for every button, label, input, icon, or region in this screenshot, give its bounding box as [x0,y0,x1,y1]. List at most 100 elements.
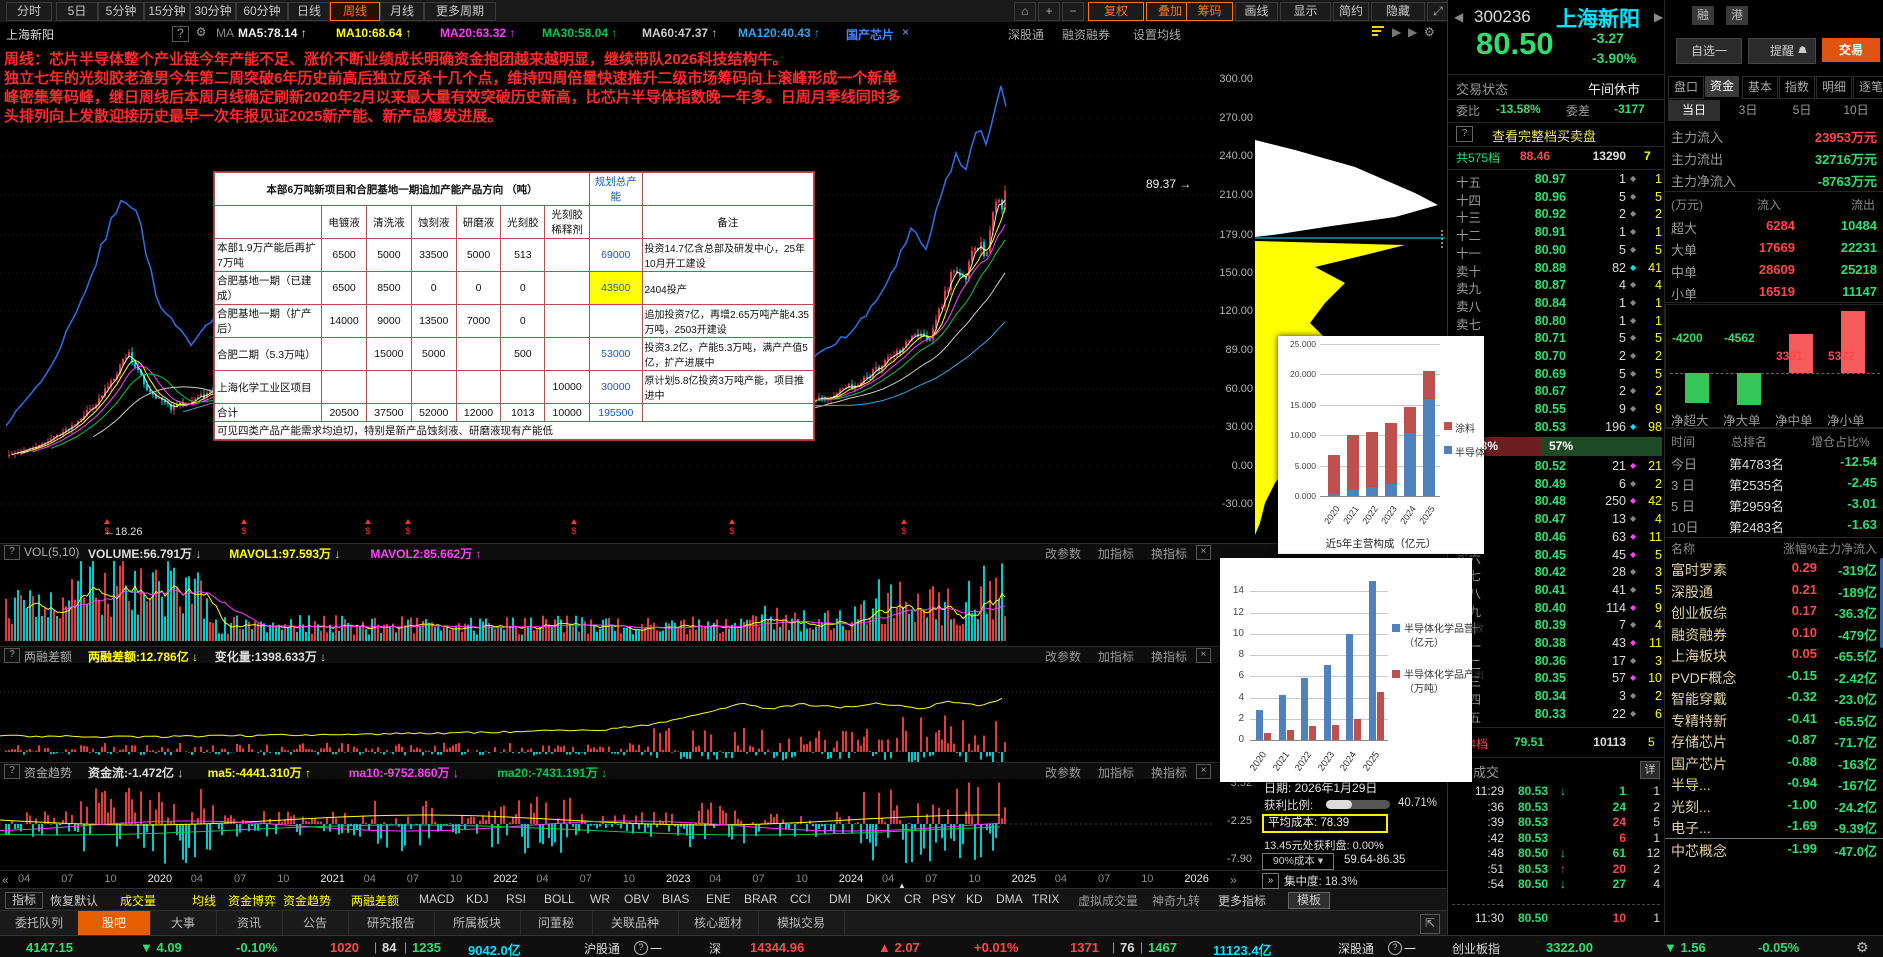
panel-action-加指标[interactable]: 加指标 [1098,764,1134,781]
indicator-tab-WR[interactable]: WR [590,892,610,906]
chip-settings-bars-icon[interactable] [1372,26,1386,38]
period-tab-当日[interactable]: 当日 [1668,100,1720,121]
tool-button-画线[interactable]: 画线 [1235,2,1278,21]
minus-icon[interactable]: − [1062,2,1084,21]
panel-action-加指标[interactable]: 加指标 [1098,545,1134,562]
watchlist-button[interactable]: 自选一 [1676,38,1742,64]
panel-action-改参数[interactable]: 改参数 [1045,764,1081,781]
close-icon[interactable]: × [1196,764,1211,779]
help-icon[interactable]: ? [172,26,189,42]
panel-action-换指标[interactable]: 换指标 [1151,764,1187,781]
indicator-tab-成交量[interactable]: 成交量 [120,892,156,909]
chip-gear-icon[interactable]: ⚙ [1424,25,1435,39]
bottom-tab-核心题材[interactable]: 核心题材 [678,911,759,935]
bottom-tab-关联品种[interactable]: 关联品种 [592,911,679,935]
expand-icon[interactable]: » [1262,873,1279,889]
order-book-row[interactable]: 买八80.4141◆5 [1448,582,1664,601]
indicator-tab-模板[interactable]: 模板 [1288,892,1331,909]
help-icon[interactable]: ? [4,648,20,663]
trade-button[interactable]: 交易 [1822,38,1880,62]
help-icon[interactable]: ? [4,545,20,560]
collapse-arrow-icon[interactable]: ▲ [898,881,906,890]
fullscreen-icon[interactable]: ⤢ [1427,2,1449,21]
period-button-更多周期[interactable]: 更多周期 [424,2,496,21]
help-icon[interactable]: ? [4,764,20,779]
overlay-name[interactable]: 国产芯片 [846,26,894,43]
tab-基本[interactable]: 基本 [1742,76,1778,99]
profit-ratio-slider[interactable] [1326,800,1390,809]
full-depth-row[interactable]: ? 查看完整档买卖盘 [1448,122,1664,147]
indicator-tab-恢复默认[interactable]: 恢复默认 [50,892,98,909]
indicator-tab-CR[interactable]: CR [904,892,921,906]
sector-row[interactable]: 深股通 0.21 -189亿 [1665,580,1883,602]
sector-row[interactable]: 创业板综 0.17 -36.3亿 [1665,601,1883,623]
tool-button-筹码[interactable]: 筹码 [1186,2,1233,21]
panel-action-改参数[interactable]: 改参数 [1045,648,1081,665]
alert-button[interactable]: 提醒 [1748,38,1816,64]
bottom-tab-模拟交易[interactable]: 模拟交易 [758,911,845,935]
main-chart-area[interactable]: $ $ $ $ $ $ $ 周线：芯片半导体整个产业链今年产能不足、涨价不断业绩成长明确资金抱… [0,45,1213,543]
order-book-row[interactable]: 买七80.4228◆3 [1448,564,1664,583]
period-button-60分钟[interactable]: 60分钟 [236,2,288,21]
order-book-row[interactable]: 十一80.3843◆11 [1448,635,1664,654]
period-tab-10日[interactable]: 10日 [1830,100,1882,121]
settings-gear-icon[interactable]: ⚙ [1856,939,1869,956]
indicator-tab-更多指标[interactable]: 更多指标 [1218,892,1266,909]
order-book-row[interactable]: 十一 80.90 5 ◆ 5 [1448,242,1664,261]
prev-stock-arrow[interactable]: ◀ [1454,10,1463,24]
indicator-tab-OBV[interactable]: OBV [624,892,649,906]
bottom-tab-研究报告[interactable]: 研究报告 [348,911,435,935]
order-book-row[interactable]: 卖七 80.80 1 ◆ 1 [1448,313,1664,332]
period-button-分时[interactable]: 分时 [6,2,52,21]
panel-expand-icon[interactable]: ⇱ [1420,914,1440,934]
period-tab-3日[interactable]: 3日 [1722,100,1774,121]
indicator-tab-MACD[interactable]: MACD [419,892,454,906]
scroll-left-icon[interactable]: « [2,873,9,887]
indicator-menu-button[interactable]: 指标 [5,892,43,909]
tool-button-隐藏[interactable]: 隐藏 [1371,2,1425,21]
order-book-row[interactable]: 十二80.3617◆3 [1448,653,1664,672]
tool-button-显示[interactable]: 显示 [1280,2,1331,21]
panel-action-改参数[interactable]: 改参数 [1045,545,1081,562]
play-icon-2[interactable]: ▶ [1408,25,1417,39]
indicator-tab-虚拟成交量[interactable]: 虚拟成交量 [1078,892,1138,909]
panel-action-换指标[interactable]: 换指标 [1151,648,1187,665]
tab-逐笔[interactable]: 逐笔 [1853,76,1883,99]
indicator-tab-BOLL[interactable]: BOLL [544,892,575,906]
indicator-tab-KDJ[interactable]: KDJ [466,892,489,906]
bottom-tab-问董秘[interactable]: 问董秘 [520,911,593,935]
tab-资金[interactable]: 资金 [1705,76,1739,97]
header-link-深股通[interactable]: 深股通 [1008,26,1044,43]
sector-row[interactable]: 半导... -0.94 -167亿 [1665,773,1883,795]
order-book-row[interactable]: 十四80.343◆2 [1448,688,1664,707]
indicator-tab-神奇九转[interactable]: 神奇九转 [1152,892,1200,909]
lock-icon[interactable]: ⌂ [1014,2,1036,21]
bottom-tab-所属板块[interactable]: 所属板块 [434,911,521,935]
sector-row[interactable]: 存储芯片 -0.87 -71.7亿 [1665,730,1883,752]
panel-action-换指标[interactable]: 换指标 [1151,545,1187,562]
period-button-周线[interactable]: 周线 [330,2,380,21]
indicator-tab-DKX[interactable]: DKX [866,892,891,906]
sector-row[interactable]: 融资融券 0.10 -479亿 [1665,623,1883,645]
indicator-tab-两融差额[interactable]: 两融差额 [351,892,399,909]
tool-button-复权[interactable]: 复权 [1088,2,1144,21]
indicator-tab-TRIX[interactable]: TRIX [1032,892,1059,906]
indicator-tab-DMA[interactable]: DMA [996,892,1023,906]
bottom-tab-大事[interactable]: 大事 [150,911,217,935]
header-link-设置均线[interactable]: 设置均线 [1133,26,1181,43]
indicator-tab-资金博弈[interactable]: 资金博弈 [228,892,276,909]
period-button-30分钟[interactable]: 30分钟 [190,2,236,21]
full-depth-link[interactable]: 查看完整档买卖盘 [1492,126,1596,145]
sector-row[interactable]: 电子... -1.69 -9.39亿 [1665,816,1883,838]
header-link-融资融券[interactable]: 融资融券 [1062,26,1110,43]
indicator-tab-KD[interactable]: KD [966,892,983,906]
period-button-15分钟[interactable]: 15分钟 [144,2,190,21]
sector-row[interactable]: 国产芯片 -0.88 -163亿 [1665,752,1883,774]
indicator-tab-PSY[interactable]: PSY [932,892,956,906]
close-icon[interactable]: × [1196,648,1211,663]
period-button-日线[interactable]: 日线 [288,2,330,21]
bottom-tab-股吧[interactable]: 股吧 [78,911,151,935]
order-book-row[interactable]: 十五80.3322◆6 [1448,706,1664,725]
tab-明细[interactable]: 明细 [1816,76,1852,99]
tool-button-简约[interactable]: 简约 [1333,2,1369,21]
